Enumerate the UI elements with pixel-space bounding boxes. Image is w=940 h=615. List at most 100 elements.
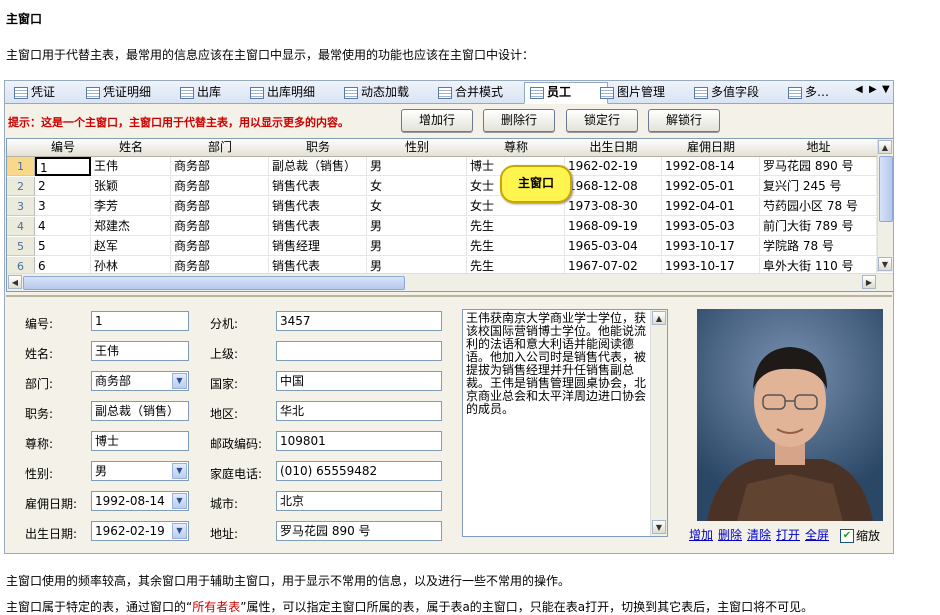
- grid-cell[interactable]: 5: [35, 237, 91, 256]
- grid-cell[interactable]: 1962-02-19: [565, 157, 662, 176]
- row-number[interactable]: 4: [7, 217, 35, 236]
- grid-cell[interactable]: 1992-08-14: [662, 157, 760, 176]
- notes-textarea[interactable]: 王伟获南京大学商业学士学位，获该校国际营销博士学位。他能说流利的法语和意大利语并…: [462, 309, 668, 537]
- grid-cell[interactable]: 张颖: [91, 177, 171, 196]
- grid-cell[interactable]: 1973-08-30: [565, 197, 662, 216]
- scroll-right-icon[interactable]: ▶: [862, 275, 876, 289]
- tab-merge-mode[interactable]: 合并模式: [433, 83, 503, 102]
- row-number[interactable]: 3: [7, 197, 35, 216]
- horizontal-scroll-thumb[interactable]: [23, 276, 405, 290]
- grid-cell[interactable]: 销售代表: [269, 197, 367, 216]
- grid-cell[interactable]: 副总裁（销售）: [269, 157, 367, 176]
- column-header[interactable]: 职务: [269, 139, 368, 157]
- grid-cell[interactable]: 先生: [467, 217, 565, 236]
- grid-cell[interactable]: 2: [35, 177, 91, 196]
- grid-cell[interactable]: 销售经理: [269, 237, 367, 256]
- grid-cell[interactable]: 郑建杰: [91, 217, 171, 236]
- grid-cell[interactable]: 男: [367, 217, 467, 236]
- photo-add-link[interactable]: 增加: [689, 526, 713, 543]
- zip-field[interactable]: 109801: [276, 431, 442, 451]
- grid-cell[interactable]: 商务部: [171, 157, 269, 176]
- grid-cell[interactable]: 男: [367, 237, 467, 256]
- photo-fullscreen-link[interactable]: 全屏: [805, 526, 829, 543]
- tab-dynamic-load[interactable]: 动态加载: [339, 83, 409, 102]
- grid-cell[interactable]: 1993-10-17: [662, 237, 760, 256]
- hire-date-picker[interactable]: 1992-08-14 ▼: [91, 491, 189, 511]
- tab-voucher-detail[interactable]: 凭证明细: [81, 83, 151, 102]
- tab-multi-value[interactable]: 多值字段: [689, 83, 759, 102]
- grid-cell[interactable]: 先生: [467, 237, 565, 256]
- birth-date-picker[interactable]: 1962-02-19 ▼: [91, 521, 189, 541]
- grid-cell[interactable]: 李芳: [91, 197, 171, 216]
- column-header[interactable]: 尊称: [467, 139, 566, 157]
- grid-cell[interactable]: 销售代表: [269, 177, 367, 196]
- grid-cell[interactable]: 前门大街 789 号: [760, 217, 877, 236]
- title-field[interactable]: 副总裁（销售）: [91, 401, 189, 421]
- address-field[interactable]: 罗马花园 890 号: [276, 521, 442, 541]
- grid-cell[interactable]: 芍药园小区 78 号: [760, 197, 877, 216]
- notes-scrollbar[interactable]: ▲ ▼: [650, 310, 667, 536]
- grid-corner[interactable]: [7, 139, 36, 157]
- grid-cell[interactable]: 1992-04-01: [662, 197, 760, 216]
- chevron-down-icon[interactable]: ▼: [172, 463, 187, 479]
- honorific-field[interactable]: 博士: [91, 431, 189, 451]
- column-header[interactable]: 性别: [367, 139, 468, 157]
- grid-cell[interactable]: 商务部: [171, 237, 269, 256]
- tab-outbound-detail[interactable]: 出库明细: [245, 83, 315, 102]
- lock-row-button[interactable]: 锁定行: [566, 109, 638, 132]
- grid-cell[interactable]: 王伟: [91, 157, 171, 176]
- grid-cell[interactable]: 4: [35, 217, 91, 236]
- row-number[interactable]: 2: [7, 177, 35, 196]
- grid-cell[interactable]: 1: [35, 157, 91, 176]
- tab-list-dropdown-icon[interactable]: ▼: [882, 84, 890, 95]
- owner-table-link[interactable]: 所有者表: [192, 600, 240, 614]
- photo-open-link[interactable]: 打开: [776, 526, 800, 543]
- grid-cell[interactable]: 销售代表: [269, 217, 367, 236]
- add-row-button[interactable]: 增加行: [401, 109, 473, 132]
- ext-field[interactable]: 3457: [276, 311, 442, 331]
- column-header[interactable]: 地址: [760, 139, 878, 157]
- tab-scroll-right-icon[interactable]: ▶: [869, 84, 877, 95]
- tab-image-manage[interactable]: 图片管理: [595, 83, 665, 102]
- grid-cell[interactable]: 1968-09-19: [565, 217, 662, 236]
- employee-grid[interactable]: 编号 姓名 部门 职务 性别 尊称 出生日期 雇佣日期 地址 1 1 王伟 商务部 副总裁（销售）男博士…: [6, 138, 893, 292]
- grid-cell[interactable]: 罗马花园 890 号: [760, 157, 877, 176]
- scroll-down-icon[interactable]: ▼: [652, 520, 666, 534]
- city-field[interactable]: 北京: [276, 491, 442, 511]
- grid-vertical-scrollbar[interactable]: ▲ ▼: [877, 139, 893, 272]
- grid-cell[interactable]: 3: [35, 197, 91, 216]
- zoom-checkbox[interactable]: ✔: [840, 529, 854, 543]
- delete-row-button[interactable]: 删除行: [483, 109, 555, 132]
- column-header[interactable]: 部门: [171, 139, 270, 157]
- phone-field[interactable]: (010) 65559482: [276, 461, 442, 481]
- grid-cell[interactable]: 商务部: [171, 197, 269, 216]
- grid-cell[interactable]: 学院路 78 号: [760, 237, 877, 256]
- tab-more[interactable]: 多…: [783, 83, 829, 102]
- photo-clear-link[interactable]: 清除: [747, 526, 771, 543]
- photo-delete-link[interactable]: 删除: [718, 526, 742, 543]
- dept-combo[interactable]: 商务部 ▼: [91, 371, 189, 391]
- grid-cell[interactable]: 商务部: [171, 217, 269, 236]
- column-header[interactable]: 编号: [35, 139, 92, 157]
- grid-cell[interactable]: 赵军: [91, 237, 171, 256]
- scroll-up-icon[interactable]: ▲: [652, 311, 666, 325]
- scroll-up-icon[interactable]: ▲: [878, 140, 892, 154]
- grid-cell[interactable]: 1968-12-08: [565, 177, 662, 196]
- id-field[interactable]: 1: [91, 311, 189, 331]
- grid-cell[interactable]: 商务部: [171, 177, 269, 196]
- grid-horizontal-scrollbar[interactable]: ◀ ▶: [7, 273, 893, 291]
- scroll-down-icon[interactable]: ▼: [878, 257, 892, 271]
- column-header[interactable]: 姓名: [91, 139, 172, 157]
- chevron-down-icon[interactable]: ▼: [172, 493, 187, 509]
- grid-cell[interactable]: 复兴门 245 号: [760, 177, 877, 196]
- row-number[interactable]: 1: [7, 157, 35, 176]
- column-header[interactable]: 出生日期: [565, 139, 663, 157]
- tab-voucher[interactable]: 凭证: [9, 83, 55, 102]
- chevron-down-icon[interactable]: ▼: [172, 523, 187, 539]
- region-field[interactable]: 华北: [276, 401, 442, 421]
- boss-field[interactable]: [276, 341, 442, 361]
- row-number[interactable]: 5: [7, 237, 35, 256]
- grid-cell[interactable]: 1965-03-04: [565, 237, 662, 256]
- column-header[interactable]: 雇佣日期: [662, 139, 761, 157]
- scroll-left-icon[interactable]: ◀: [8, 275, 22, 289]
